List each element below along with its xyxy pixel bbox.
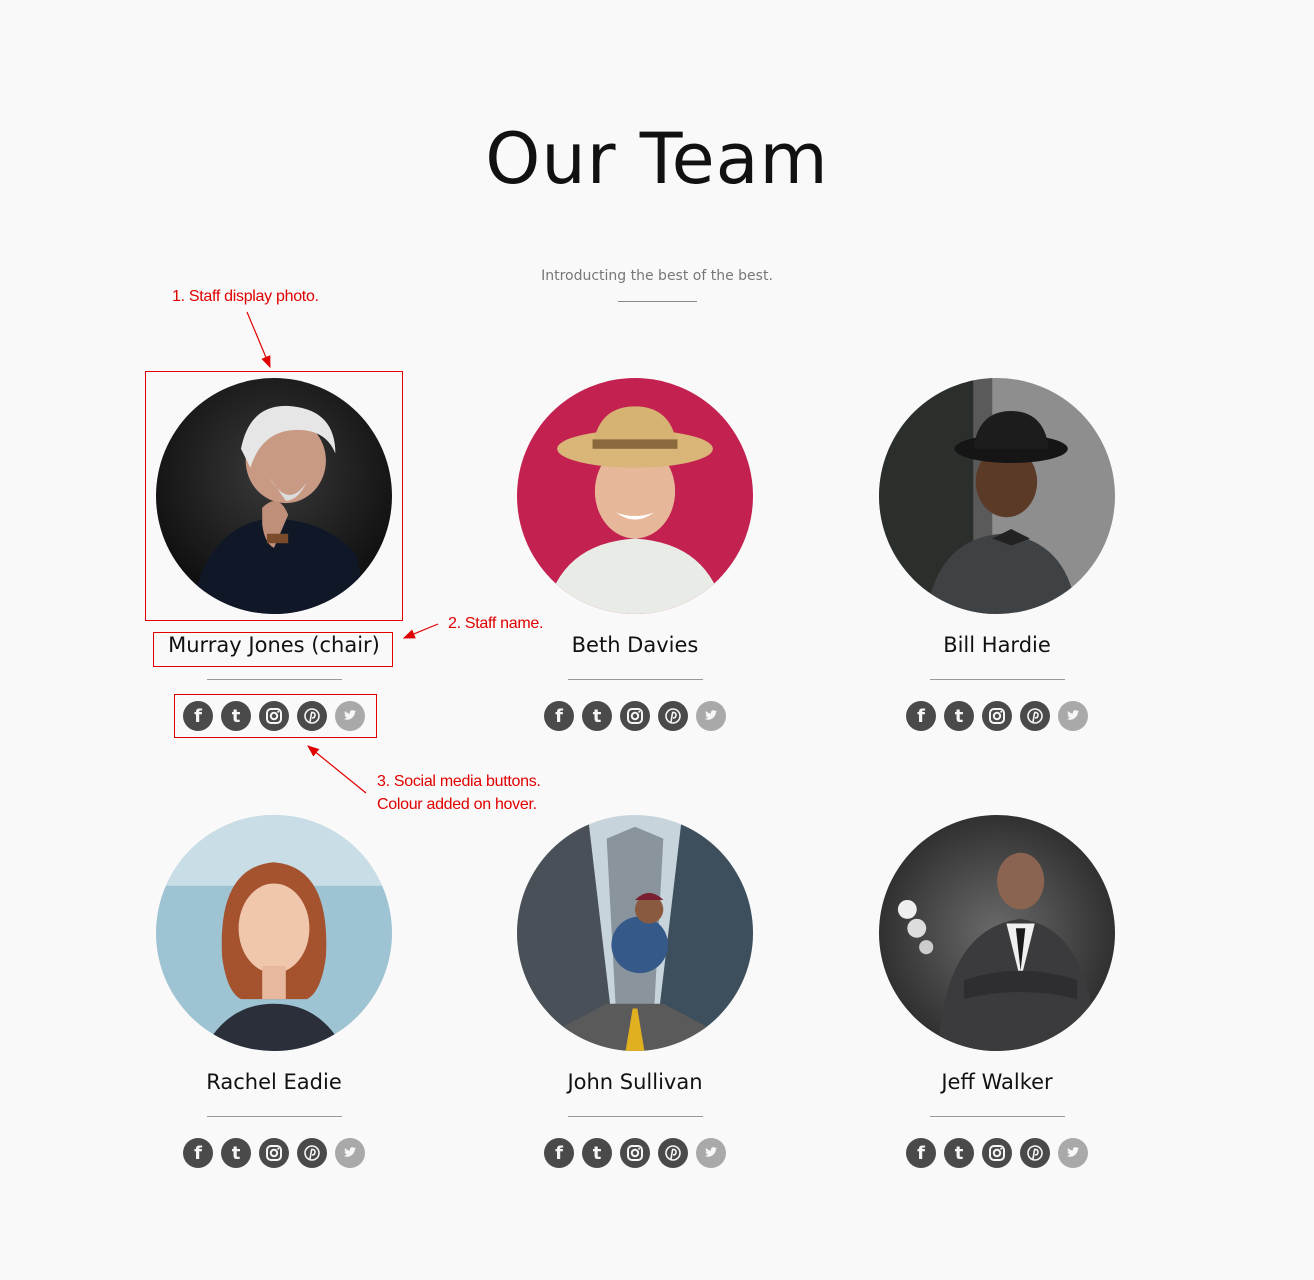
- twitter-icon[interactable]: [1058, 701, 1088, 731]
- twitter-icon[interactable]: [1058, 1138, 1088, 1168]
- social-buttons: f t: [472, 1138, 798, 1168]
- tumblr-icon[interactable]: t: [221, 1138, 251, 1168]
- annotation-photo-arrow: [246, 311, 271, 369]
- annotation-name-box: [153, 632, 393, 667]
- pinterest-icon[interactable]: [658, 701, 688, 731]
- social-buttons: f t: [834, 701, 1160, 731]
- annotation-social-line1: 3. Social media buttons.: [377, 773, 541, 790]
- annotation-social-label: 3. Social media buttons. Colour added on…: [377, 770, 541, 816]
- annotation-photo-label: 1. Staff display photo.: [172, 288, 319, 305]
- annotation-social-line2: Colour added on hover.: [377, 796, 537, 813]
- name-divider: [207, 1116, 342, 1117]
- page-title: Our Team: [485, 118, 829, 200]
- team-page: Our Team Introducting the best of the be…: [0, 0, 1314, 1280]
- name-divider: [568, 1116, 703, 1117]
- team-member-card: Rachel Eadie f t: [111, 815, 431, 1195]
- facebook-icon[interactable]: f: [906, 1138, 936, 1168]
- pinterest-icon[interactable]: [297, 1138, 327, 1168]
- facebook-icon[interactable]: f: [906, 701, 936, 731]
- pinterest-icon[interactable]: [658, 1138, 688, 1168]
- tumblr-icon[interactable]: t: [582, 701, 612, 731]
- instagram-icon[interactable]: [982, 701, 1012, 731]
- twitter-icon[interactable]: [335, 1138, 365, 1168]
- annotation-photo-box: [145, 371, 403, 621]
- staff-name: Jeff Walker: [941, 1070, 1053, 1094]
- staff-photo: [156, 815, 392, 1051]
- twitter-icon[interactable]: [696, 701, 726, 731]
- facebook-icon[interactable]: f: [544, 701, 574, 731]
- pinterest-icon[interactable]: [1020, 701, 1050, 731]
- team-member-card: Jeff Walker f t: [834, 815, 1154, 1195]
- name-divider: [568, 679, 703, 680]
- team-member-card: Beth Davies f t: [472, 378, 792, 758]
- annotation-name-label: 2. Staff name.: [448, 615, 544, 632]
- instagram-icon[interactable]: [620, 701, 650, 731]
- twitter-icon[interactable]: [696, 1138, 726, 1168]
- instagram-icon[interactable]: [620, 1138, 650, 1168]
- staff-name: John Sullivan: [567, 1070, 703, 1094]
- staff-photo: [517, 378, 753, 614]
- staff-photo: [517, 815, 753, 1051]
- facebook-icon[interactable]: f: [544, 1138, 574, 1168]
- team-member-card: John Sullivan f t: [472, 815, 792, 1195]
- staff-name: Beth Davies: [571, 633, 699, 657]
- staff-photo: [879, 815, 1115, 1051]
- name-divider: [930, 1116, 1065, 1117]
- page-subtitle: Introducting the best of the best.: [541, 268, 773, 284]
- name-divider: [207, 679, 342, 680]
- name-divider: [930, 679, 1065, 680]
- social-buttons: f t: [834, 1138, 1160, 1168]
- staff-name: Bill Hardie: [943, 633, 1051, 657]
- instagram-icon[interactable]: [982, 1138, 1012, 1168]
- social-buttons: f t: [111, 1138, 437, 1168]
- tumblr-icon[interactable]: t: [944, 701, 974, 731]
- pinterest-icon[interactable]: [1020, 1138, 1050, 1168]
- instagram-icon[interactable]: [259, 1138, 289, 1168]
- team-member-card: Bill Hardie f t: [834, 378, 1154, 758]
- staff-photo: [879, 378, 1115, 614]
- annotation-social-box: [174, 694, 377, 738]
- subtitle-divider: [618, 301, 697, 302]
- social-buttons: f t: [472, 701, 798, 731]
- tumblr-icon[interactable]: t: [582, 1138, 612, 1168]
- staff-name: Rachel Eadie: [206, 1070, 342, 1094]
- tumblr-icon[interactable]: t: [944, 1138, 974, 1168]
- facebook-icon[interactable]: f: [183, 1138, 213, 1168]
